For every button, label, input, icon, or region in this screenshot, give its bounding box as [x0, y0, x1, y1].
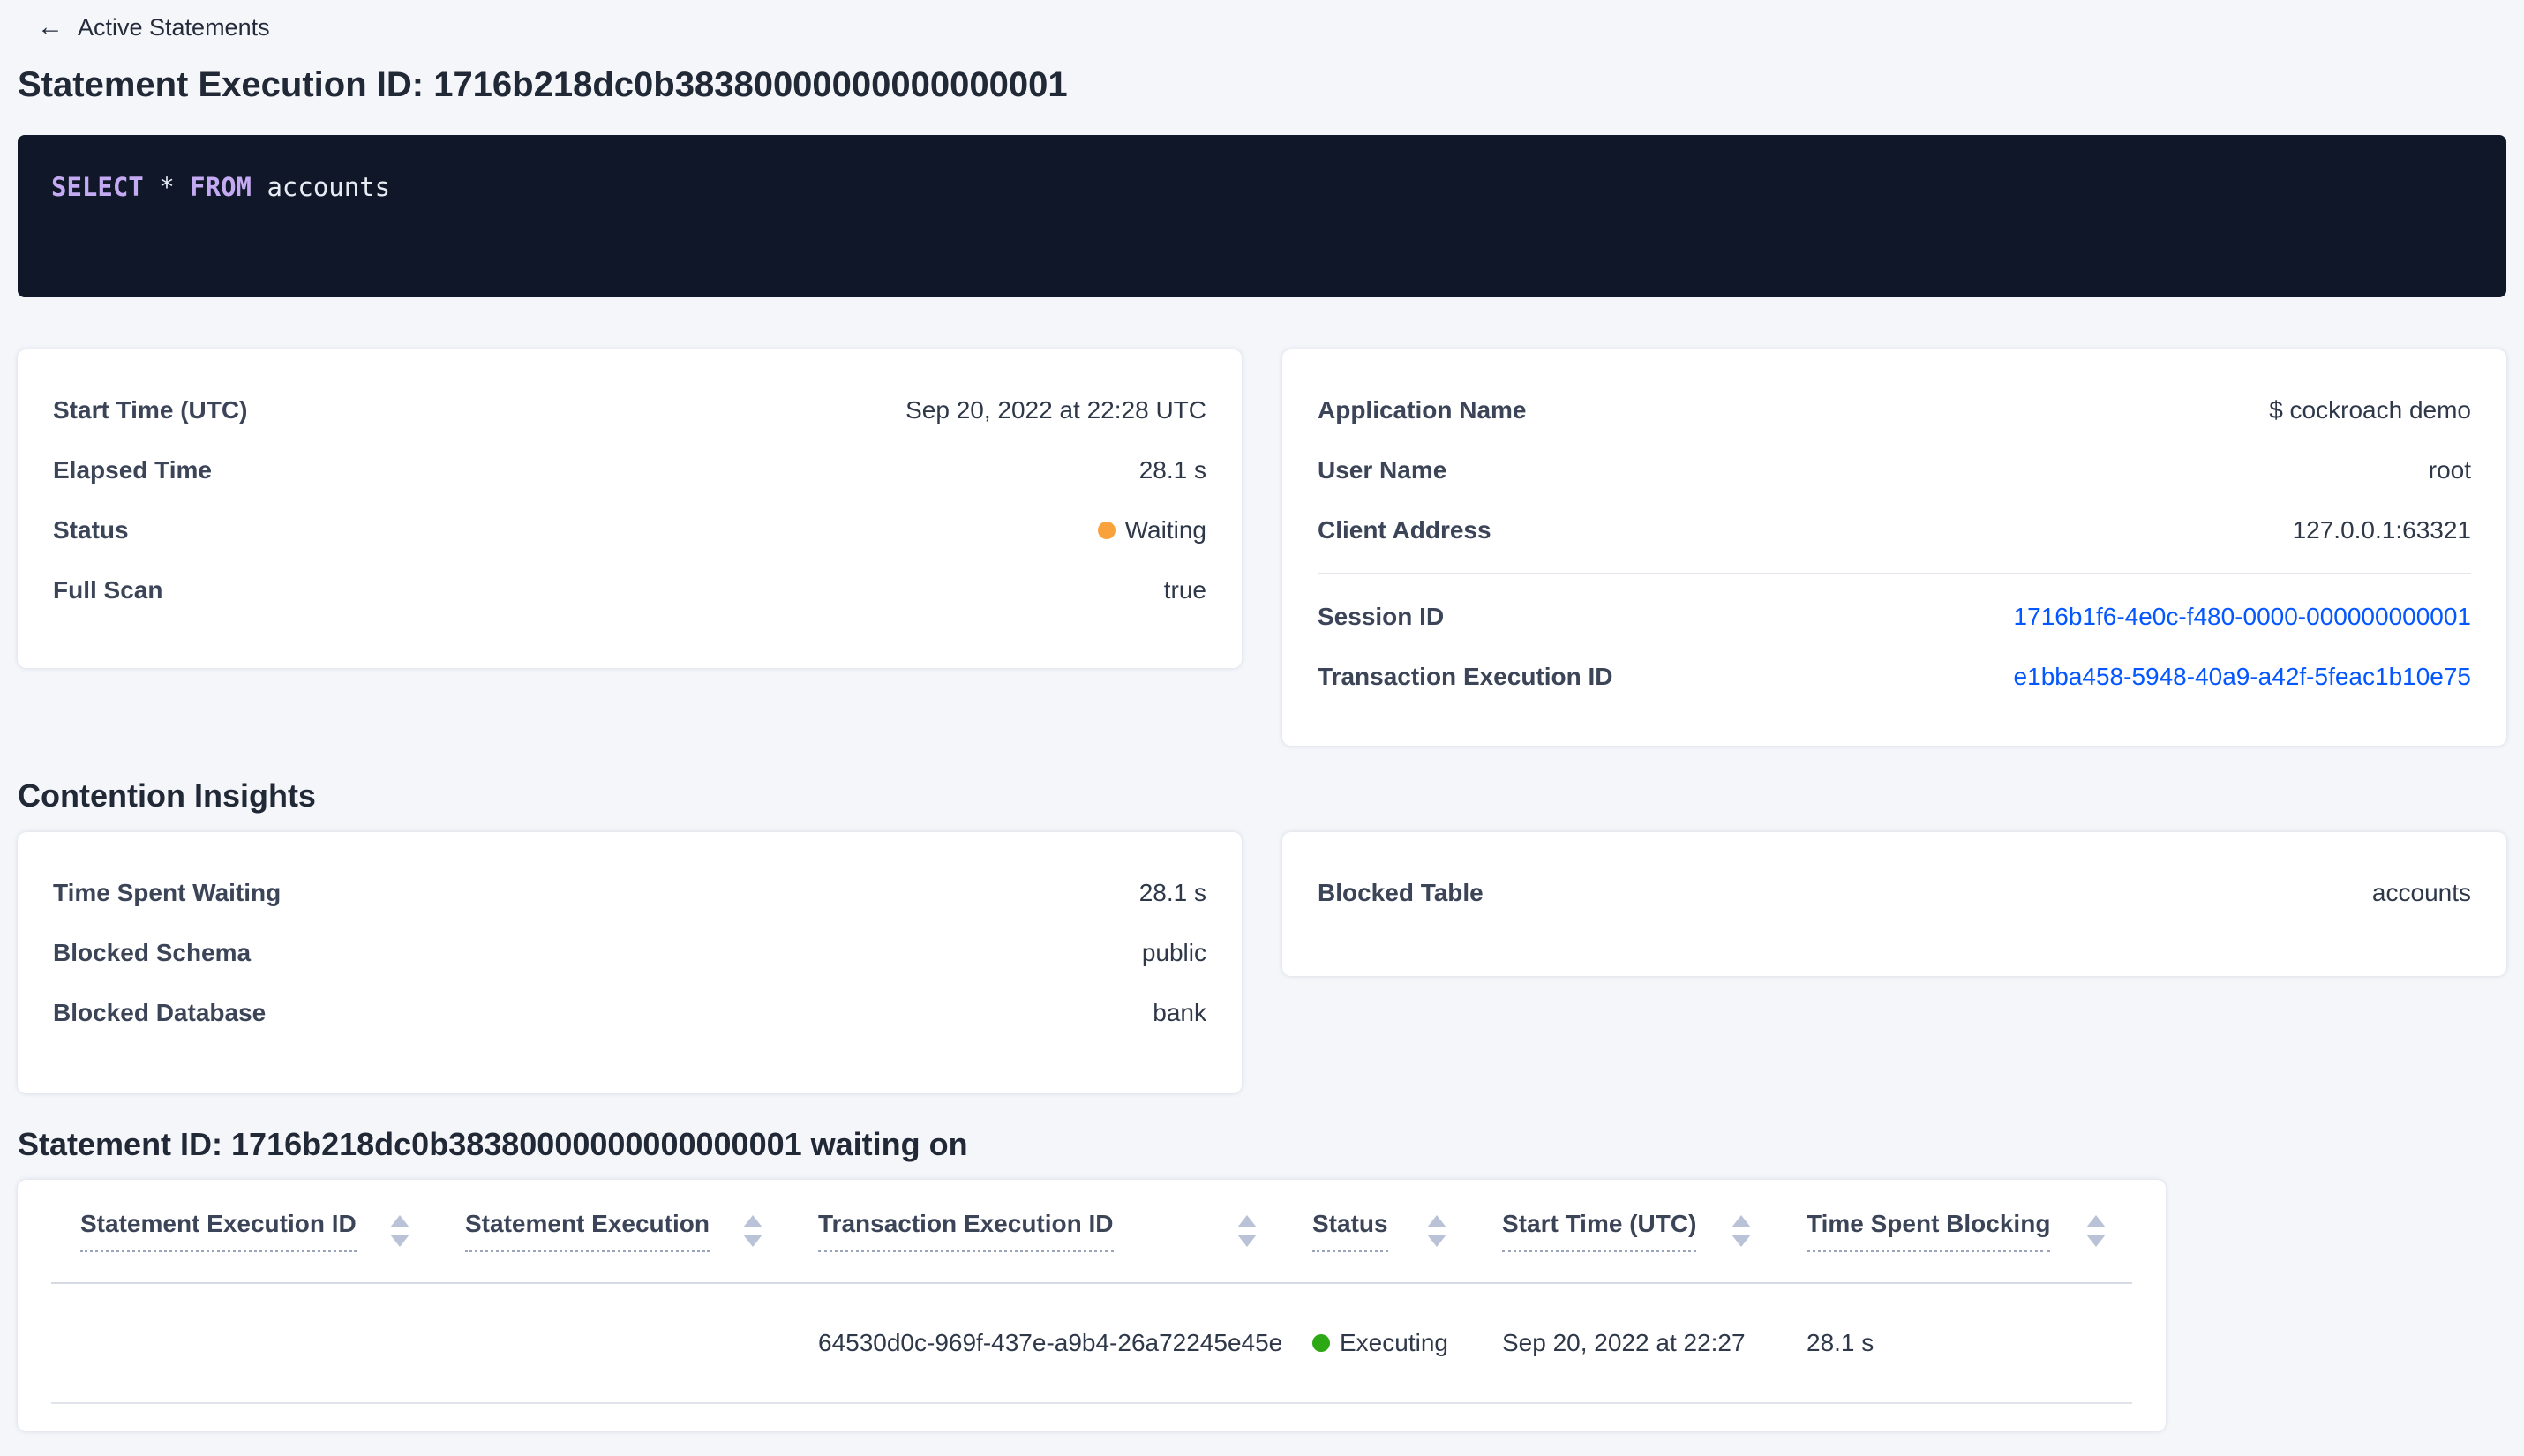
- transaction-execution-id-label: Transaction Execution ID: [1318, 663, 1613, 690]
- detail-row: Client Address 127.0.0.1:63321: [1318, 500, 2471, 560]
- detail-row: Full Scan true: [53, 560, 1206, 620]
- elapsed-time-label: Elapsed Time: [53, 456, 213, 484]
- table-header-row: Statement Execution ID Statement Executi…: [51, 1180, 2132, 1284]
- detail-row: Status Waiting: [53, 500, 1206, 560]
- detail-row: Elapsed Time 28.1 s: [53, 440, 1206, 500]
- blocked-table-card: Blocked Table accounts: [1282, 832, 2506, 976]
- column-header-start-time[interactable]: Start Time (UTC): [1473, 1180, 1777, 1284]
- detail-row: Start Time (UTC) Sep 20, 2022 at 22:28 U…: [53, 380, 1206, 440]
- blocked-database-value: bank: [1153, 999, 1206, 1026]
- sort-icon[interactable]: [390, 1215, 409, 1247]
- status-value: Executing: [1340, 1329, 1448, 1356]
- application-name-label: Application Name: [1318, 396, 1527, 424]
- start-time-value: Sep 20, 2022 at 22:28 UTC: [905, 396, 1206, 424]
- status-value: Waiting: [1124, 516, 1206, 544]
- column-label: Statement Execution: [465, 1210, 710, 1252]
- column-header-transaction-execution-id[interactable]: Transaction Execution ID: [789, 1180, 1283, 1284]
- column-label: Transaction Execution ID: [818, 1210, 1114, 1252]
- executing-status-dot-icon: [1312, 1334, 1330, 1352]
- status-label: Status: [53, 516, 129, 544]
- cell-statement-execution-id: [51, 1283, 436, 1404]
- sql-keyword: FROM: [190, 172, 252, 202]
- sort-icon[interactable]: [2086, 1215, 2106, 1247]
- session-details-card: Application Name $ cockroach demo User N…: [1282, 349, 2506, 746]
- user-name-value: root: [2428, 456, 2471, 484]
- sort-icon[interactable]: [1427, 1215, 1446, 1247]
- blocked-database-label: Blocked Database: [53, 999, 267, 1026]
- full-scan-label: Full Scan: [53, 576, 163, 604]
- sql-text: *: [143, 172, 191, 202]
- detail-row: Application Name $ cockroach demo: [1318, 380, 2471, 440]
- blocked-schema-value: public: [1141, 939, 1206, 966]
- sql-keyword: SELECT: [51, 172, 144, 202]
- session-id-label: Session ID: [1318, 603, 1445, 630]
- blocked-schema-label: Blocked Schema: [53, 939, 252, 966]
- detail-row: Transaction Execution ID e1bba458-5948-4…: [1318, 647, 2471, 707]
- column-header-status[interactable]: Status: [1283, 1180, 1473, 1284]
- statement-execution-details-page: ← Active Statements Statement Execution …: [0, 0, 2524, 1456]
- detail-row: Time Spent Waiting 28.1 s: [53, 863, 1206, 923]
- user-name-label: User Name: [1318, 456, 1447, 484]
- column-header-statement-execution-id[interactable]: Statement Execution ID: [51, 1180, 436, 1284]
- blocked-table-label: Blocked Table: [1318, 879, 1484, 906]
- application-name-value: $ cockroach demo: [2269, 396, 2471, 424]
- sort-icon[interactable]: [1731, 1215, 1751, 1247]
- contention-waiting-card: Time Spent Waiting 28.1 s Blocked Schema…: [18, 832, 1242, 1093]
- transaction-execution-id-link[interactable]: e1bba458-5948-40a9-a42f-5feac1b10e75: [2014, 663, 2471, 691]
- cell-transaction-execution-id: 64530d0c-969f-437e-a9b4-26a72245e45e: [789, 1283, 1283, 1404]
- detail-row: Session ID 1716b1f6-4e0c-f480-0000-00000…: [1318, 587, 2471, 647]
- column-label: Status: [1312, 1210, 1388, 1252]
- card-divider: [1318, 573, 2471, 574]
- contention-insights-heading: Contention Insights: [18, 777, 316, 814]
- cell-time-spent-blocking: 28.1 s: [1777, 1283, 2132, 1404]
- waiting-on-table-card: Statement Execution ID Statement Executi…: [18, 1180, 2166, 1431]
- back-arrow-icon: ←: [37, 12, 64, 41]
- sql-table-name: accounts: [252, 172, 391, 202]
- cell-statement-execution: [436, 1283, 789, 1404]
- detail-row: Blocked Database bank: [53, 983, 1206, 1043]
- sort-icon[interactable]: [743, 1215, 762, 1247]
- sort-icon[interactable]: [1237, 1215, 1257, 1247]
- column-label: Statement Execution ID: [80, 1210, 357, 1252]
- session-id-link[interactable]: 1716b1f6-4e0c-f480-0000-000000000001: [2014, 603, 2471, 631]
- execution-details-card: Start Time (UTC) Sep 20, 2022 at 22:28 U…: [18, 349, 1242, 668]
- time-spent-waiting-label: Time Spent Waiting: [53, 879, 282, 906]
- column-label: Time Spent Blocking: [1807, 1210, 2051, 1252]
- time-spent-waiting-value: 28.1 s: [1138, 879, 1206, 906]
- cell-start-time: Sep 20, 2022 at 22:27: [1473, 1283, 1777, 1404]
- back-link-label: Active Statements: [78, 13, 270, 41]
- sql-statement-box: SELECT * FROM accounts: [18, 135, 2506, 297]
- column-header-statement-execution[interactable]: Statement Execution: [436, 1180, 789, 1284]
- full-scan-value: true: [1163, 576, 1206, 604]
- blocked-table-value: accounts: [2371, 879, 2471, 906]
- status-badge: Waiting: [1097, 516, 1206, 544]
- waiting-on-table: Statement Execution ID Statement Executi…: [51, 1180, 2132, 1404]
- waiting-status-dot-icon: [1097, 522, 1116, 539]
- table-row: 64530d0c-969f-437e-a9b4-26a72245e45e Exe…: [51, 1283, 2132, 1404]
- column-header-time-spent-blocking[interactable]: Time Spent Blocking: [1777, 1180, 2132, 1284]
- column-label: Start Time (UTC): [1502, 1210, 1697, 1252]
- back-link[interactable]: ← Active Statements: [18, 12, 2506, 42]
- detail-row: Blocked Schema public: [53, 923, 1206, 983]
- client-address-label: Client Address: [1318, 516, 1491, 544]
- detail-row: Blocked Table accounts: [1318, 863, 2471, 923]
- page-title: Statement Execution ID: 1716b218dc0b3838…: [18, 65, 1068, 104]
- detail-row: User Name root: [1318, 440, 2471, 500]
- cell-status: Executing: [1283, 1283, 1473, 1404]
- elapsed-time-value: 28.1 s: [1138, 456, 1206, 484]
- waiting-on-heading: Statement ID: 1716b218dc0b38380000000000…: [18, 1126, 968, 1162]
- start-time-label: Start Time (UTC): [53, 396, 248, 424]
- client-address-value: 127.0.0.1:63321: [2292, 516, 2471, 544]
